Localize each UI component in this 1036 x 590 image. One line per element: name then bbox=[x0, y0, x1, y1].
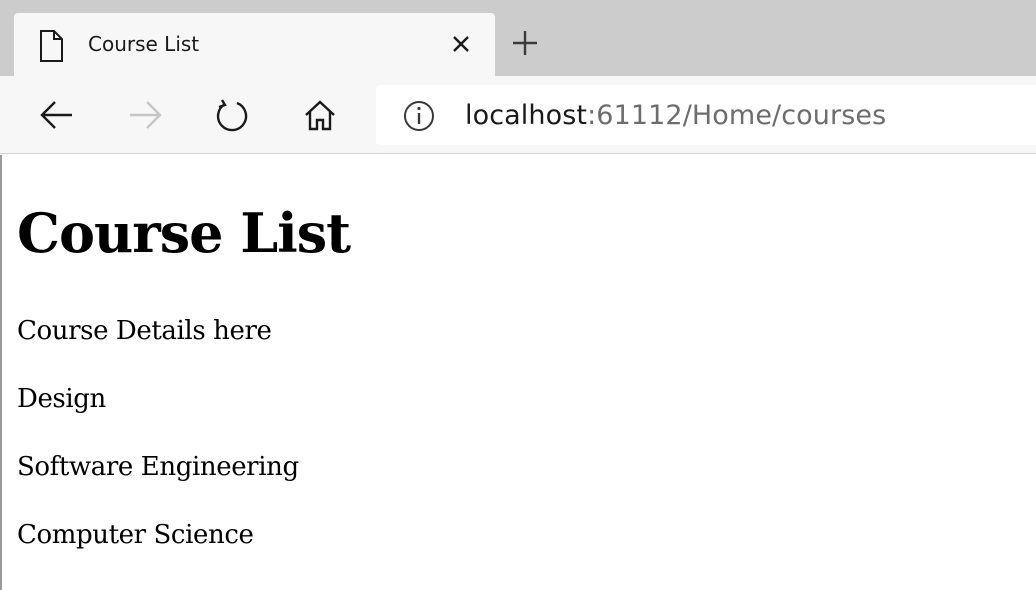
arrow-right-icon[interactable] bbox=[126, 96, 164, 134]
page-icon bbox=[36, 29, 66, 63]
address-bar[interactable]: localhost:61112/Home/courses bbox=[376, 85, 1036, 145]
page-content: Course List Course Details here Design S… bbox=[0, 155, 1036, 590]
url-host: localhost bbox=[465, 100, 588, 131]
arrow-left-icon[interactable] bbox=[38, 96, 76, 134]
browser-toolbar: localhost:61112/Home/courses bbox=[0, 76, 1036, 154]
url-path: :61112/Home/courses bbox=[587, 100, 887, 131]
info-icon[interactable] bbox=[402, 99, 436, 133]
course-item: Computer Science bbox=[17, 520, 254, 550]
refresh-icon[interactable] bbox=[213, 96, 251, 134]
tab-strip: Course List bbox=[0, 0, 1036, 76]
tab-course-list[interactable]: Course List bbox=[14, 13, 495, 76]
close-icon[interactable] bbox=[450, 33, 472, 55]
page-title: Course List bbox=[17, 201, 351, 265]
url-text: localhost:61112/Home/courses bbox=[465, 100, 886, 132]
course-item: Design bbox=[17, 384, 106, 414]
tab-title: Course List bbox=[88, 32, 200, 56]
course-item: Course Details here bbox=[17, 316, 272, 346]
course-item: Software Engineering bbox=[17, 452, 299, 482]
home-icon[interactable] bbox=[301, 96, 339, 134]
plus-icon[interactable] bbox=[510, 28, 540, 58]
